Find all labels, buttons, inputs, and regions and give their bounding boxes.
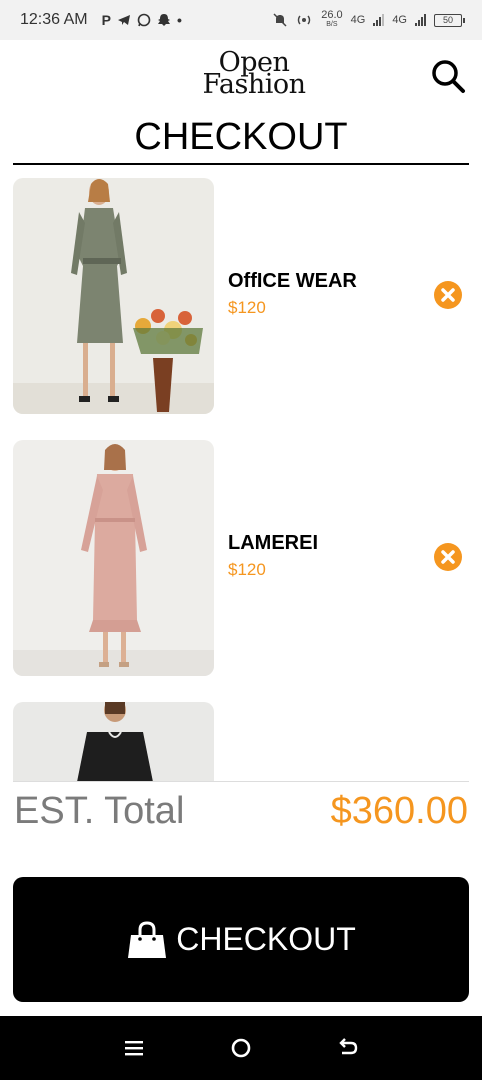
signal-icon-2 bbox=[415, 14, 426, 26]
status-time: 12:36 AM bbox=[20, 11, 88, 28]
checkout-button[interactable]: CHECKOUT bbox=[13, 877, 469, 1002]
dot-indicator: • bbox=[176, 12, 182, 28]
remove-circle-icon bbox=[434, 543, 462, 571]
recents-button[interactable] bbox=[119, 1033, 149, 1063]
cart-item[interactable]: OffICE WEAR $120 bbox=[13, 178, 469, 414]
back-button[interactable] bbox=[333, 1033, 363, 1063]
item-price: $120 bbox=[228, 560, 266, 579]
title-divider bbox=[13, 163, 469, 165]
page-title: CHECKOUT bbox=[134, 116, 348, 158]
speed-unit: B/S bbox=[326, 21, 338, 28]
snapchat-icon bbox=[157, 14, 170, 26]
product-image[interactable] bbox=[13, 702, 214, 781]
hotspot-icon bbox=[298, 15, 311, 25]
network-label-2: 4G bbox=[392, 14, 407, 26]
search-icon bbox=[432, 60, 465, 93]
network-label-1: 4G bbox=[350, 14, 366, 26]
home-circle-icon bbox=[231, 1038, 251, 1058]
brand-logo[interactable]: Open Fashion bbox=[199, 49, 309, 100]
system-nav-bar bbox=[0, 1016, 482, 1080]
cart-item[interactable] bbox=[13, 702, 469, 781]
telegram-icon bbox=[117, 15, 130, 25]
search-button[interactable] bbox=[428, 56, 468, 96]
status-right: 26.0 B/S 4G 4G 50 bbox=[273, 9, 465, 29]
signal-icon-1 bbox=[373, 14, 385, 26]
mute-icon bbox=[273, 13, 287, 27]
checkout-button-label: CHECKOUT bbox=[176, 921, 356, 957]
back-arrow-icon bbox=[339, 1038, 358, 1055]
cart-item[interactable]: LAMEREI $120 bbox=[13, 440, 469, 676]
list-divider bbox=[13, 781, 469, 782]
remove-item-button[interactable] bbox=[433, 542, 463, 572]
logo-line-2: Fashion bbox=[202, 69, 306, 100]
battery-icon: 50 bbox=[434, 13, 465, 27]
remove-item-button[interactable] bbox=[433, 280, 463, 310]
p-notification-icon: P bbox=[101, 12, 111, 28]
shopping-bag-icon bbox=[128, 920, 167, 958]
item-price: $120 bbox=[228, 298, 266, 317]
whatsapp-icon bbox=[137, 13, 151, 27]
cart-list[interactable]: OffICE WEAR $120 LAMEREI $120 bbox=[13, 178, 469, 781]
status-bar: 12:36 AM P • 26.0 B/S 4G 4G 50 bbox=[0, 0, 482, 40]
menu-icon bbox=[124, 1041, 143, 1056]
total-label: EST. Total bbox=[14, 790, 185, 832]
remove-circle-icon bbox=[434, 281, 462, 309]
notification-icons: P • bbox=[102, 12, 182, 28]
product-image[interactable] bbox=[13, 178, 214, 414]
home-button[interactable] bbox=[226, 1033, 256, 1063]
speed-value: 26.0 bbox=[321, 9, 343, 21]
product-image[interactable] bbox=[13, 440, 214, 676]
speed-indicator: 26.0 B/S bbox=[321, 9, 343, 29]
total-value: $360.00 bbox=[330, 790, 468, 832]
item-name: LAMEREI bbox=[228, 532, 318, 554]
item-name: OffICE WEAR bbox=[228, 270, 357, 292]
